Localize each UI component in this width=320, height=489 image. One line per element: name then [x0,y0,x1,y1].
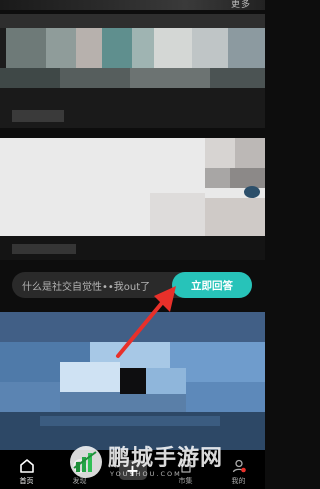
mosaic-tile [205,198,265,236]
mosaic-tile [146,368,186,394]
nav-profile-label: 我的 [231,477,246,485]
mosaic-tile [154,28,192,68]
mosaic-tile [0,14,265,28]
mosaic-tile [130,68,210,88]
post-card-image[interactable] [0,14,265,128]
content-feed: 更多 什么是社交自觉性••我out了 立即回答 [0,0,265,450]
profile-icon [232,459,246,473]
mosaic-tile [205,168,230,188]
mosaic-tile [150,193,205,236]
nav-shop[interactable]: 市集 [159,450,212,489]
top-banner [0,0,265,10]
mosaic-tile [230,168,265,188]
post-caption-blurred [12,244,76,254]
post-card-image[interactable] [0,138,265,236]
plus-icon: + [118,460,147,480]
mosaic-tile [0,88,265,128]
mosaic-tile [102,28,132,68]
top-more-link[interactable]: 更多 [231,0,251,10]
mosaic-tile [60,68,130,88]
mosaic-tile [244,186,260,198]
mosaic-tile [76,28,102,68]
shop-icon [179,459,192,473]
mosaic-tile [186,382,265,412]
home-icon [19,459,34,473]
mosaic-tile [228,28,265,68]
mosaic-tile [210,68,265,88]
bottom-navigation: 首页 发现 + 市集 我的 [0,450,265,489]
mosaic-tile [60,362,120,392]
mosaic-tile [0,68,60,88]
nav-shop-label: 市集 [178,477,193,485]
mosaic-tile [235,138,265,168]
nav-home[interactable]: 首页 [0,450,53,489]
mosaic-tile [46,28,76,68]
nav-discover[interactable]: 发现 [53,450,106,489]
discover-icon [72,459,87,473]
mosaic-tile [0,382,60,412]
nav-profile[interactable]: 我的 [212,450,265,489]
nav-add[interactable]: + [106,450,159,489]
nav-discover-label: 发现 [72,477,87,485]
mosaic-tile [6,28,46,68]
post-caption-blurred [12,110,64,122]
mosaic-tile [120,368,146,394]
annotation-arrow [116,286,176,358]
mosaic-tile [192,28,228,68]
mosaic-tile [40,416,220,426]
mosaic-tile [132,28,154,68]
nav-home-label: 首页 [19,477,34,485]
mosaic-tile [205,138,235,168]
